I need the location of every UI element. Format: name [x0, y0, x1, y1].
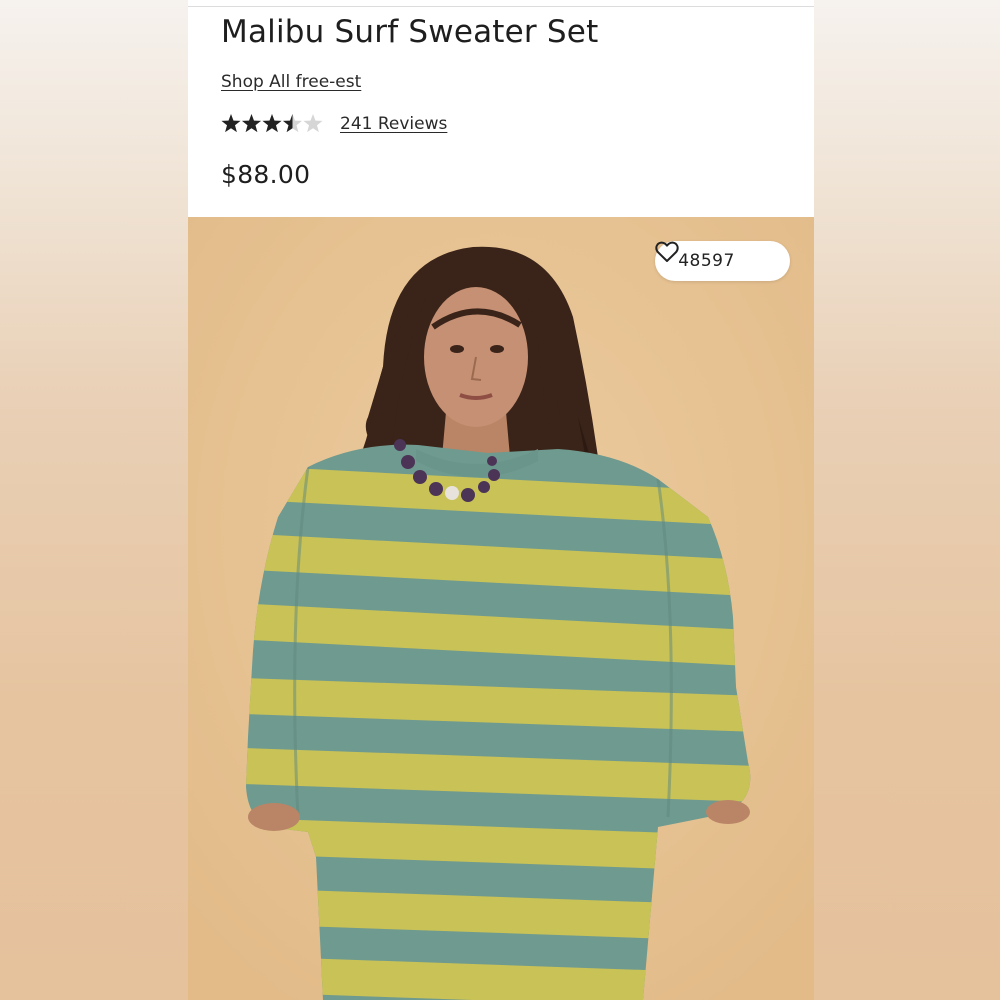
- star-empty-icon: [303, 114, 323, 133]
- product-page: Malibu Surf Sweater Set Shop All free-es…: [188, 0, 814, 1000]
- product-photo[interactable]: 48597: [188, 217, 814, 1000]
- star-filled-icon: [262, 114, 282, 133]
- reviews-link[interactable]: 241 Reviews: [340, 114, 447, 134]
- blurred-background-right: [814, 0, 1000, 1000]
- blurred-background-left: [0, 0, 188, 1000]
- product-price: $88.00: [221, 160, 311, 189]
- product-title: Malibu Surf Sweater Set: [221, 14, 599, 50]
- heart-outline-icon: [655, 241, 767, 272]
- star-rating[interactable]: [221, 113, 323, 135]
- favorite-button[interactable]: 48597: [655, 241, 790, 281]
- star-filled-icon: [241, 114, 262, 133]
- rating-row: 241 Reviews: [221, 112, 447, 136]
- model-in-striped-sweater-image: [188, 217, 814, 1000]
- star-filled-icon: [221, 114, 241, 133]
- star-rating-graphic: [221, 114, 323, 133]
- shop-all-link[interactable]: Shop All free-est: [221, 72, 361, 92]
- header-divider: [188, 6, 814, 7]
- favorite-count: 48597: [678, 251, 735, 271]
